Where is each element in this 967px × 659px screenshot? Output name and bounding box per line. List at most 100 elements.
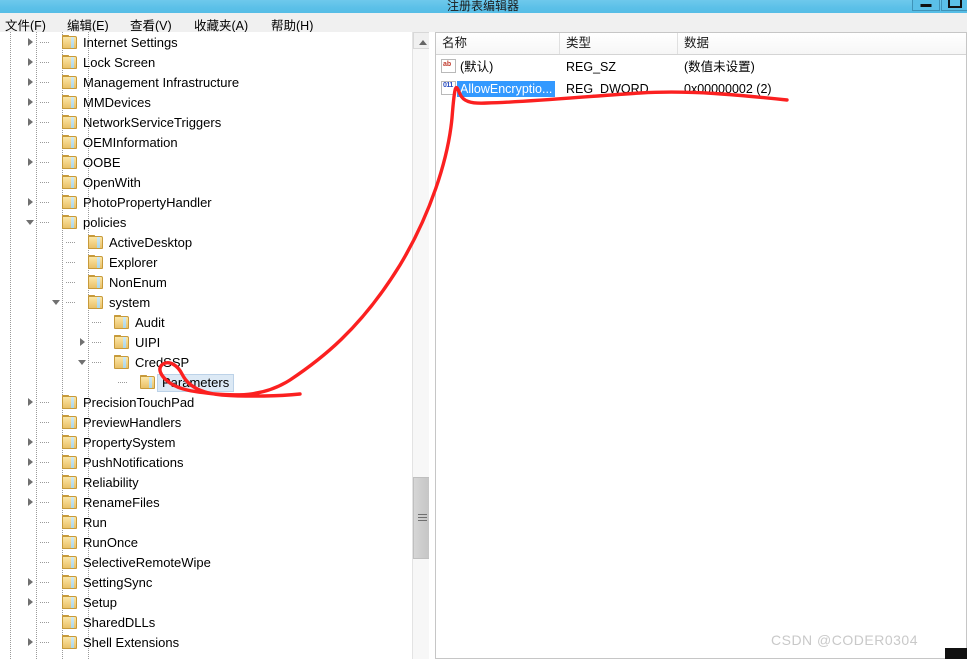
- tree-item-label: RenameFiles: [83, 495, 160, 510]
- folder-icon: [114, 315, 129, 329]
- tree-item[interactable]: policies: [0, 213, 412, 233]
- tree-expander-expand-icon[interactable]: [26, 458, 35, 467]
- tree-item[interactable]: SharedDLLs: [0, 613, 412, 633]
- tree-item[interactable]: RenameFiles: [0, 493, 412, 513]
- column-header-data[interactable]: 数据: [678, 33, 966, 54]
- tree-expander-expand-icon[interactable]: [26, 118, 35, 127]
- tree-item[interactable]: Run: [0, 513, 412, 533]
- value-row[interactable]: 011 AllowEncryptio... REG_DWORD 0x00000002 …: [436, 78, 966, 100]
- tree-item[interactable]: NetworkServiceTriggers: [0, 113, 412, 133]
- tree-item-label: PhotoPropertyHandler: [83, 195, 212, 210]
- window-title: 注册表编辑器: [447, 0, 520, 13]
- folder-icon: [62, 455, 77, 469]
- tree-item[interactable]: Explorer: [0, 253, 412, 273]
- tree-expander-expand-icon[interactable]: [26, 498, 35, 507]
- folder-icon: [62, 175, 77, 189]
- tree-connector-line: [40, 82, 50, 83]
- tree-connector-line: [40, 542, 50, 543]
- tree-expander-expand-icon[interactable]: [26, 38, 35, 47]
- tree-connector-line: [40, 642, 50, 643]
- tree-vertical-scrollbar[interactable]: [412, 32, 430, 659]
- folder-icon: [88, 255, 103, 269]
- tree-expander-expand-icon[interactable]: [26, 438, 35, 447]
- tree-item[interactable]: PrecisionTouchPad: [0, 393, 412, 413]
- folder-icon: [62, 95, 77, 109]
- tree-connector-line: [40, 182, 50, 183]
- tree-item-label: Lock Screen: [83, 55, 156, 70]
- editor-work-area: Internet Settings Lock Screen Management I…: [0, 32, 967, 659]
- tree-item-label: PropertySystem: [83, 435, 176, 450]
- tree-item[interactable]: CredSSP: [0, 353, 412, 373]
- tree-item[interactable]: Reliability: [0, 473, 412, 493]
- tree-expander-collapse-icon[interactable]: [78, 358, 87, 367]
- tree-expander-expand-icon[interactable]: [26, 478, 35, 487]
- folder-icon: [62, 615, 77, 629]
- dword-value-icon: 011: [441, 81, 456, 95]
- tree-item[interactable]: Shell Extensions: [0, 633, 412, 653]
- tree-item-label: Run: [83, 515, 107, 530]
- tree-expander-expand-icon[interactable]: [26, 578, 35, 587]
- folder-icon: [62, 515, 77, 529]
- tree-connector-line: [40, 422, 50, 423]
- tree-item[interactable]: PushNotifications: [0, 453, 412, 473]
- tree-expander-expand-icon[interactable]: [26, 198, 35, 207]
- tree-item-label: PrecisionTouchPad: [83, 395, 195, 410]
- value-data: 0x00000002 (2): [684, 82, 772, 96]
- tree-item[interactable]: ActiveDesktop: [0, 233, 412, 253]
- minimize-button[interactable]: [912, 0, 940, 11]
- tree-item[interactable]: SelectiveRemoteWipe: [0, 553, 412, 573]
- tree-item[interactable]: SettingSync: [0, 573, 412, 593]
- value-type: REG_DWORD: [566, 82, 649, 96]
- tree-item[interactable]: RunOnce: [0, 533, 412, 553]
- registry-values-pane[interactable]: 名称 类型 数据 ab (默认) REG_SZ (数值未设置) 011 AllowEncr…: [435, 32, 967, 659]
- tree-expander-collapse-icon[interactable]: [52, 298, 61, 307]
- maximize-button[interactable]: [941, 0, 967, 11]
- value-row[interactable]: ab (默认) REG_SZ (数值未设置): [436, 56, 966, 78]
- tree-item[interactable]: OEMInformation: [0, 133, 412, 153]
- tree-expander-expand-icon[interactable]: [26, 98, 35, 107]
- tree-item[interactable]: Setup: [0, 593, 412, 613]
- tree-expander-expand-icon[interactable]: [26, 158, 35, 167]
- tree-connector-line: [92, 342, 102, 343]
- value-type: REG_SZ: [566, 60, 617, 74]
- tree-item[interactable]: Lock Screen: [0, 53, 412, 73]
- tree-connector-line: [40, 42, 50, 43]
- tree-item[interactable]: Audit: [0, 313, 412, 333]
- tree-expander-expand-icon[interactable]: [26, 78, 35, 87]
- tree-expander-expand-icon[interactable]: [26, 598, 35, 607]
- tree-expander-expand-icon[interactable]: [26, 58, 35, 67]
- scroll-up-arrow-icon[interactable]: [413, 32, 430, 49]
- tree-connector-line: [92, 322, 102, 323]
- tree-item[interactable]: Internet Settings: [0, 33, 412, 53]
- scrollbar-thumb[interactable]: [413, 477, 430, 559]
- tree-item[interactable]: OOBE: [0, 153, 412, 173]
- column-header-name[interactable]: 名称: [436, 33, 560, 54]
- tree-expander-expand-icon[interactable]: [26, 638, 35, 647]
- tree-item[interactable]: MMDevices: [0, 93, 412, 113]
- tree-item-label: Shell Extensions: [83, 635, 180, 650]
- values-column-header: 名称 类型 数据: [436, 33, 966, 55]
- tree-item[interactable]: Parameters: [0, 373, 412, 393]
- tree-item[interactable]: PhotoPropertyHandler: [0, 193, 412, 213]
- folder-icon: [88, 295, 103, 309]
- tree-item-label: SharedDLLs: [83, 615, 156, 630]
- tree-item[interactable]: system: [0, 293, 412, 313]
- tree-connector-line: [40, 162, 50, 163]
- tree-expander-expand-icon[interactable]: [26, 398, 35, 407]
- tree-item[interactable]: Management Infrastructure: [0, 73, 412, 93]
- tree-item[interactable]: PreviewHandlers: [0, 413, 412, 433]
- tree-connector-line: [66, 262, 76, 263]
- maximize-icon: [948, 0, 962, 8]
- folder-icon: [62, 155, 77, 169]
- tree-item[interactable]: UIPI: [0, 333, 412, 353]
- tree-expander-collapse-icon[interactable]: [26, 218, 35, 227]
- tree-item[interactable]: PropertySystem: [0, 433, 412, 453]
- tree-connector-line: [66, 302, 76, 303]
- column-header-type[interactable]: 类型: [560, 33, 678, 54]
- tree-item[interactable]: NonEnum: [0, 273, 412, 293]
- folder-icon: [140, 375, 155, 389]
- tree-item-label: RunOnce: [83, 535, 138, 550]
- registry-tree-pane[interactable]: Internet Settings Lock Screen Management I…: [0, 32, 413, 659]
- tree-item[interactable]: OpenWith: [0, 173, 412, 193]
- tree-expander-expand-icon[interactable]: [78, 338, 87, 347]
